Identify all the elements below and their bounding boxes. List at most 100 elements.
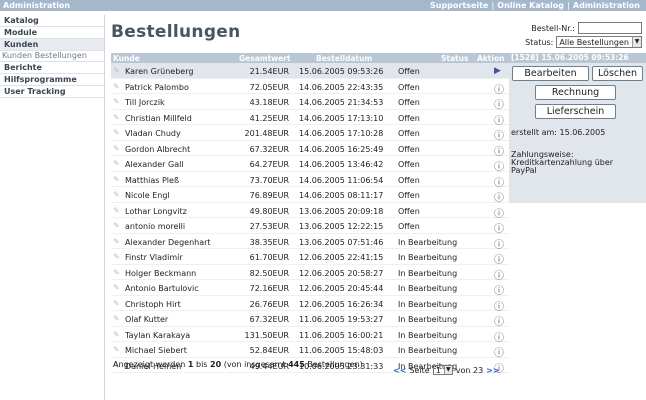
customer-icon: ✎: [113, 298, 120, 308]
order-number-input[interactable]: [578, 22, 642, 34]
customer-name: Karen Grüneberg: [125, 67, 194, 76]
table-row[interactable]: ✎ Holger Beckmann 82.50EUR 12.06.2005 20:58…: [111, 265, 509, 282]
customer-name: Finstr Vladimír: [125, 253, 183, 262]
page-select[interactable]: 1 ▼: [432, 365, 453, 375]
link-supportseite[interactable]: Supportseite: [427, 1, 491, 10]
table-row[interactable]: ✎ Michael Siebert 52.84EUR 11.06.2005 15:48…: [111, 342, 509, 359]
table-row[interactable]: ✎ Olaf Kutter 67.32EUR 11.06.2005 19:53:27 I…: [111, 311, 509, 328]
customer-icon: ✎: [113, 190, 120, 199]
order-date: 15.06.2005 09:53:26: [299, 67, 384, 76]
order-total: 38.35EUR: [249, 237, 289, 247]
app-title: Administration: [3, 1, 71, 10]
summary-text: (von insgesamt: [221, 360, 289, 369]
order-status: Offen: [398, 67, 420, 76]
order-total: 21.54EUR: [249, 67, 289, 76]
order-status: Offen: [398, 113, 420, 123]
customer-name: Olaf Kutter: [125, 315, 169, 324]
customer-name: Holger Beckmann: [125, 268, 197, 278]
customer-icon: ✎: [113, 66, 120, 75]
order-status: In Bearbeitung: [398, 268, 458, 278]
table-row[interactable]: ✎ antonio morelli 27.53EUR 13.06.2005 12:22…: [111, 218, 509, 235]
order-date: 14.06.2005 13:46:42: [299, 160, 384, 169]
order-status: In Bearbeitung: [398, 237, 458, 247]
order-date: 14.06.2005 22:43:35: [299, 82, 384, 92]
order-total: 73.70EUR: [249, 175, 289, 185]
customer-icon: ✎: [113, 236, 120, 246]
customer-name: Antonio Bartulovic: [125, 284, 199, 293]
order-status: In Bearbeitung: [398, 315, 458, 324]
table-row[interactable]: ✎ Taylan Karakaya 131.50EUR 11.06.2005 16:0…: [111, 327, 509, 344]
customer-icon: ✎: [113, 267, 120, 277]
customer-name: Matthias Pleß: [125, 175, 179, 185]
order-total: 61.70EUR: [249, 253, 289, 262]
customer-icon: ✎: [113, 314, 120, 323]
customer-name: Gordon Albrecht: [125, 144, 191, 154]
page-value: 1: [435, 365, 441, 375]
header-status[interactable]: Status: [441, 54, 468, 63]
summary-to: 20: [210, 360, 222, 369]
table-row[interactable]: ✎ Antonio Bartulovic 72.16EUR 12.06.2005 20…: [111, 280, 509, 297]
order-total: 131.50EUR: [244, 330, 289, 340]
header-gesamtwert[interactable]: Gesamtwert: [239, 54, 290, 63]
table-row[interactable]: ✎ Alexander Degenhart 38.35EUR 13.06.2005 0…: [111, 234, 509, 251]
order-date: 11.06.2005 15:48:03: [299, 346, 384, 355]
order-status: Offen: [398, 206, 420, 216]
customer-name: Vladan Chudy: [125, 129, 181, 138]
table-row[interactable]: ✎ Christoph Hirt 26.76EUR 12.06.2005 16:26:…: [111, 296, 509, 313]
order-total: 76.89EUR: [249, 191, 289, 200]
table-row[interactable]: ✎ Patrick Palombo 72.05EUR 14.06.2005 22:43…: [111, 79, 509, 96]
page-of-label: von 23: [455, 365, 484, 375]
table-row[interactable]: ✎ Gordon Albrecht 67.32EUR 14.06.2005 16:25…: [111, 141, 509, 158]
chevron-down-icon[interactable]: ▼: [632, 37, 641, 47]
chevron-down-icon[interactable]: ▼: [443, 366, 452, 374]
order-detail-header: [1528] 15.06.2005 09:53:26: [509, 53, 646, 63]
order-detail-panel: [1528] 15.06.2005 09:53:26 Bearbeiten Lö…: [509, 53, 646, 203]
customer-icon: ✎: [113, 205, 120, 215]
header-kunde[interactable]: Kunde: [113, 54, 140, 63]
table-row[interactable]: ✎ Alexander Gall 64.27EUR 14.06.2005 13:46:…: [111, 156, 509, 173]
sidebar-item-katalog[interactable]: Katalog: [0, 15, 104, 27]
sidebar-item-hilfsprogramme[interactable]: Hilfsprogramme: [0, 74, 104, 86]
order-total: 82.50EUR: [249, 268, 289, 278]
status-select[interactable]: Alle Bestellungen ▼: [556, 36, 642, 48]
table-row[interactable]: ✎ Christian Millfeld 41.25EUR 14.06.2005 17…: [111, 110, 509, 127]
link-online-katalog[interactable]: Online Katalog: [494, 1, 567, 10]
sidebar-item-module[interactable]: Module: [0, 27, 104, 39]
link-administration[interactable]: Administration: [570, 1, 643, 10]
sidebar-subitem-kunden-bestellungen[interactable]: Kunden Bestellungen: [0, 51, 104, 62]
customer-name: Christian Millfeld: [125, 113, 192, 123]
header-bestelldatum[interactable]: Bestelldatum: [316, 54, 372, 63]
customer-name: Till Jorczik: [125, 98, 165, 107]
summary-text: Angezeigt werden: [113, 360, 188, 369]
order-date: 14.06.2005 21:34:53: [299, 98, 384, 107]
customer-name: Nicole Engl: [125, 191, 170, 200]
play-arrow-icon[interactable]: ▶: [494, 66, 501, 76]
table-row[interactable]: ✎ Finstr Vladimír 61.70EUR 12.06.2005 22:41…: [111, 249, 509, 266]
table-row[interactable]: ✎ Nicole Engl 76.89EUR 14.06.2005 08:11:17 O…: [111, 187, 509, 204]
prev-page-link[interactable]: <<: [393, 366, 406, 375]
sidebar-item-kunden[interactable]: Kunden: [0, 39, 104, 51]
next-page-link[interactable]: >>: [486, 366, 499, 375]
table-row[interactable]: ✎ Vladan Chudy 201.48EUR 14.06.2005 17:10:2…: [111, 125, 509, 142]
page-title: Bestellungen: [111, 22, 241, 42]
delete-button[interactable]: Löschen: [592, 66, 643, 81]
table-body: ✎ Karen Grüneberg 21.54EUR 15.06.2005 09:53…: [111, 63, 509, 375]
payment-method-provider: PayPal: [511, 166, 537, 175]
table-row[interactable]: ✎ Karen Grüneberg 21.54EUR 15.06.2005 09:53…: [111, 63, 509, 79]
sidebar-item-user-tracking[interactable]: User Tracking: [0, 86, 104, 98]
table-row[interactable]: ✎ Lothar Longvitz 49.80EUR 13.06.2005 20:09…: [111, 203, 509, 220]
customer-name: Taylan Karakaya: [125, 330, 191, 340]
delivery-note-button[interactable]: Lieferschein: [535, 104, 616, 119]
table-row[interactable]: ✎ Till Jorczik 43.18EUR 14.06.2005 21:34:53…: [111, 94, 509, 111]
invoice-button[interactable]: Rechnung: [535, 85, 616, 100]
order-date: 14.06.2005 16:25:49: [299, 144, 384, 154]
order-total: 64.27EUR: [249, 160, 289, 169]
sidebar-item-berichte[interactable]: Berichte: [0, 62, 104, 74]
table-row[interactable]: ✎ Matthias Pleß 73.70EUR 14.06.2005 11:06:5…: [111, 172, 509, 189]
edit-button[interactable]: Bearbeiten: [512, 66, 589, 81]
customer-name: Michael Siebert: [125, 346, 187, 355]
status-selected-value: Alle Bestellungen: [559, 37, 629, 47]
order-status: Offen: [398, 82, 420, 92]
customer-icon: ✎: [113, 174, 120, 184]
order-date: 14.06.2005 17:10:28: [299, 129, 384, 138]
